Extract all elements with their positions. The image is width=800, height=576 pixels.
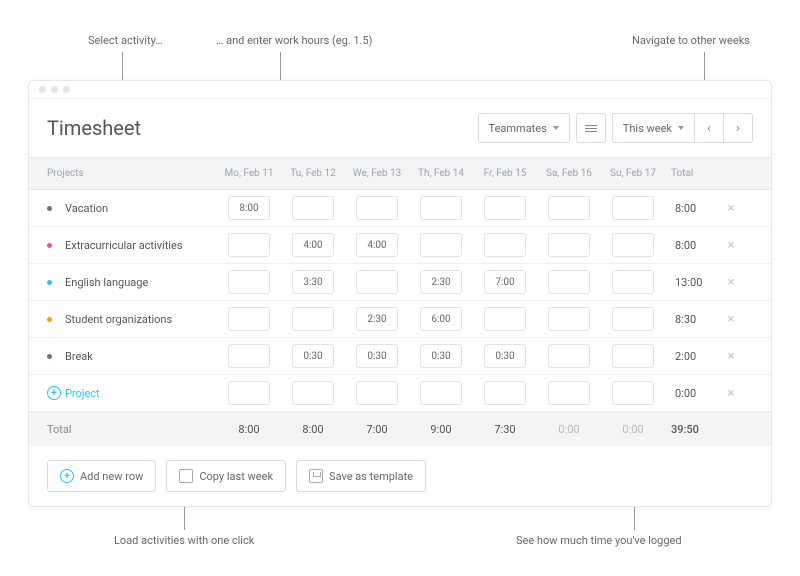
- time-input[interactable]: [292, 233, 334, 257]
- add-new-row-button[interactable]: +Add new row: [47, 460, 156, 492]
- time-input[interactable]: [484, 307, 526, 331]
- time-input[interactable]: [228, 270, 270, 294]
- list-icon: [585, 125, 597, 132]
- time-input[interactable]: [356, 196, 398, 220]
- callout-load: Load activities with one click: [114, 534, 254, 547]
- time-input[interactable]: [420, 307, 462, 331]
- callout-navigate: Navigate to other weeks: [632, 34, 750, 47]
- time-input[interactable]: [612, 307, 654, 331]
- project-row: Break 2:00×: [29, 338, 771, 375]
- next-week-button[interactable]: ›: [723, 113, 753, 143]
- time-input[interactable]: [420, 233, 462, 257]
- project-row: English language 13:00×: [29, 264, 771, 301]
- row-total: 8:00: [665, 239, 719, 252]
- row-total: 13:00: [665, 276, 719, 289]
- window-titlebar: [29, 81, 771, 99]
- time-input[interactable]: [420, 344, 462, 368]
- time-input[interactable]: [484, 270, 526, 294]
- time-input[interactable]: [484, 344, 526, 368]
- chevron-right-icon: ›: [736, 121, 740, 136]
- teammates-dropdown[interactable]: Teammates: [478, 113, 570, 143]
- remove-row-button[interactable]: ×: [719, 349, 743, 364]
- time-input[interactable]: [548, 307, 590, 331]
- caret-icon: [553, 126, 559, 130]
- project-row: Student organizations 8:30×: [29, 301, 771, 338]
- page-title: Timesheet: [47, 116, 141, 140]
- remove-row-button[interactable]: ×: [719, 275, 743, 290]
- action-bar: +Add new row Copy last week Save as temp…: [29, 446, 771, 506]
- time-input[interactable]: [420, 270, 462, 294]
- time-input[interactable]: [228, 233, 270, 257]
- time-input[interactable]: [292, 344, 334, 368]
- plus-icon: +: [47, 386, 61, 400]
- week-dropdown[interactable]: This week: [612, 113, 695, 143]
- plus-icon: +: [60, 469, 74, 483]
- add-project-row[interactable]: + Project 0:00 ×: [29, 375, 771, 412]
- time-input[interactable]: [292, 270, 334, 294]
- time-input[interactable]: [612, 233, 654, 257]
- time-input[interactable]: [548, 196, 590, 220]
- row-total: 2:00: [665, 350, 719, 363]
- prev-week-button[interactable]: ‹: [694, 113, 724, 143]
- remove-row-button[interactable]: ×: [719, 238, 743, 253]
- callout-select-activity: Select activity…: [88, 34, 163, 47]
- time-input[interactable]: [356, 270, 398, 294]
- time-input[interactable]: [356, 344, 398, 368]
- time-input[interactable]: [228, 344, 270, 368]
- callout-see-time: See how much time you've logged: [516, 534, 682, 547]
- time-input[interactable]: [548, 233, 590, 257]
- project-name: Vacation: [65, 202, 217, 215]
- project-row: Vacation 8:00×: [29, 190, 771, 227]
- time-input[interactable]: [548, 270, 590, 294]
- copy-last-week-button[interactable]: Copy last week: [166, 460, 286, 492]
- time-input[interactable]: [228, 196, 270, 220]
- save-icon: [309, 469, 323, 483]
- time-input[interactable]: [292, 307, 334, 331]
- time-input[interactable]: [548, 344, 590, 368]
- table-footer: Total 8:00 8:00 7:00 9:00 7:30 0:00 0:00…: [29, 412, 771, 446]
- remove-row-button[interactable]: ×: [719, 312, 743, 327]
- project-row: Extracurricular activities 8:00×: [29, 227, 771, 264]
- project-name: Extracurricular activities: [65, 239, 217, 252]
- time-input[interactable]: [228, 307, 270, 331]
- project-name: English language: [65, 276, 217, 289]
- time-input[interactable]: [484, 196, 526, 220]
- table-header: Projects Mo, Feb 11 Tu, Feb 12 We, Feb 1…: [29, 157, 771, 190]
- project-name: Student organizations: [65, 313, 217, 326]
- time-input[interactable]: [612, 270, 654, 294]
- header: Timesheet Teammates This week ‹ ›: [29, 99, 771, 157]
- copy-icon: [179, 469, 193, 483]
- timesheet-window: Timesheet Teammates This week ‹ › Projec…: [28, 80, 772, 507]
- time-input[interactable]: [612, 196, 654, 220]
- project-name: Break: [65, 350, 217, 363]
- row-total: 8:00: [665, 202, 719, 215]
- time-input[interactable]: [356, 233, 398, 257]
- row-total: 8:30: [665, 313, 719, 326]
- save-template-button[interactable]: Save as template: [296, 460, 426, 492]
- time-input[interactable]: [420, 196, 462, 220]
- time-input[interactable]: [292, 196, 334, 220]
- time-input[interactable]: [612, 344, 654, 368]
- caret-icon: [678, 126, 684, 130]
- remove-row-button[interactable]: ×: [719, 386, 743, 401]
- list-view-button[interactable]: [576, 113, 606, 143]
- callout-enter-hours: … and enter work hours (eg. 1.5): [216, 34, 372, 47]
- remove-row-button[interactable]: ×: [719, 201, 743, 216]
- time-input[interactable]: [356, 307, 398, 331]
- time-input[interactable]: [484, 233, 526, 257]
- chevron-left-icon: ‹: [707, 121, 711, 136]
